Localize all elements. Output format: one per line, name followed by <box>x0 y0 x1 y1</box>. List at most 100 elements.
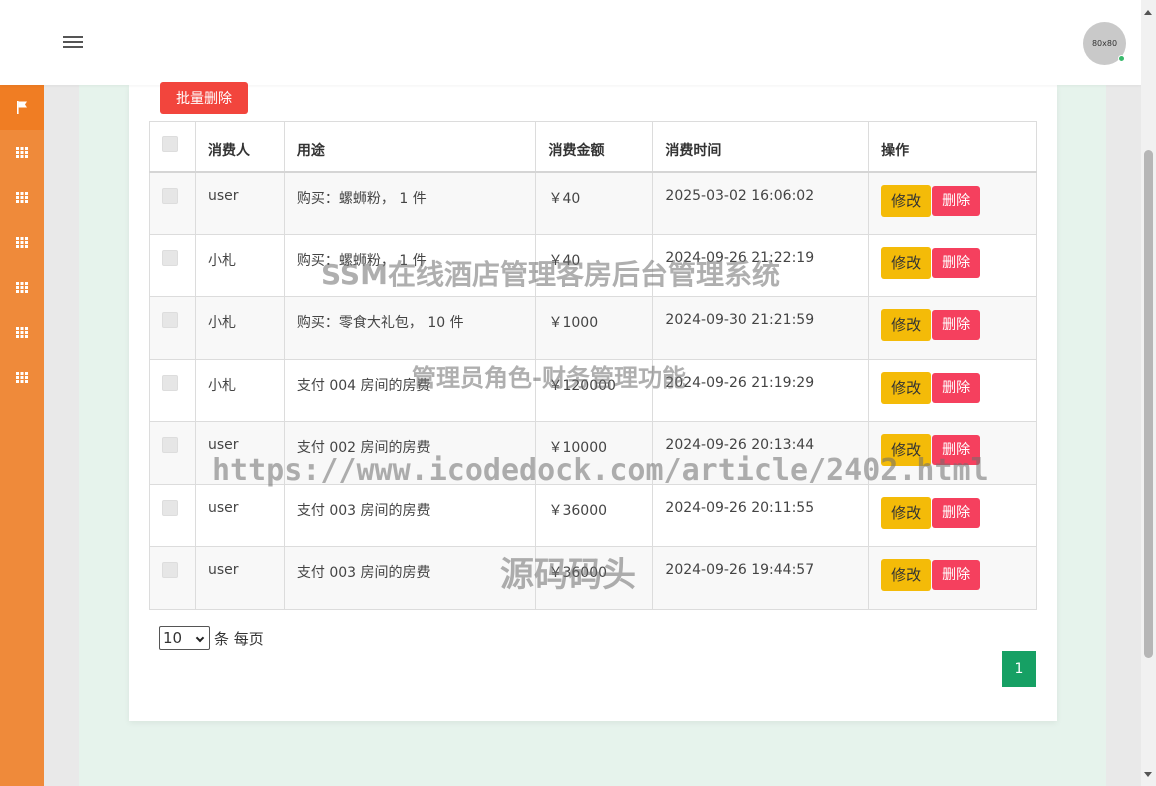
row-checkbox[interactable] <box>162 562 178 578</box>
edit-button[interactable]: 修改 <box>881 246 932 279</box>
delete-button[interactable]: 删除 <box>932 185 981 216</box>
header-time: 消费时间 <box>652 121 870 173</box>
top-bar: 80x80 <box>0 0 1141 85</box>
cell-payer: user <box>194 171 285 235</box>
grid-icon <box>16 327 28 338</box>
select-all-checkbox[interactable] <box>162 136 178 152</box>
cell-time: 2024-09-26 20:13:44 <box>652 421 870 485</box>
row-checkbox[interactable] <box>162 437 178 453</box>
cell-purpose: 购买：螺蛳粉， 1 件 <box>283 233 537 297</box>
row-checkbox[interactable] <box>162 499 178 516</box>
avatar[interactable]: 80x80 <box>1083 22 1126 65</box>
edit-button[interactable]: 修改 <box>881 434 932 466</box>
delete-button[interactable]: 删除 <box>932 497 981 528</box>
table-row: 小札 购买：零食大礼包， 10 件 ￥1000 2024-09-30 21:21… <box>149 296 1037 360</box>
table-row: user 购买：螺蛳粉， 1 件 ￥40 2025-03-02 16:06:02… <box>149 171 1037 235</box>
page-size-select[interactable]: 10 <box>159 626 210 650</box>
cell-purpose: 购买：零食大礼包， 10 件 <box>283 296 537 360</box>
table-header-row: 消费人 用途 消费金额 消费时间 操作 <box>149 121 1037 173</box>
scroll-up-icon[interactable] <box>1144 10 1152 15</box>
cell-purpose: 支付 003 房间的房费 <box>283 546 537 610</box>
expense-table: 消费人 用途 消费金额 消费时间 操作 user 购买：螺蛳粉， 1 件 ￥40… <box>149 121 1037 610</box>
sidebar-item-4[interactable] <box>0 265 44 310</box>
row-checkbox[interactable] <box>162 187 178 204</box>
cell-payer: user <box>194 546 285 610</box>
edit-button[interactable]: 修改 <box>881 559 932 591</box>
cell-actions: 修改 删除 <box>868 171 1037 235</box>
cell-time: 2024-09-26 19:44:57 <box>652 546 870 610</box>
page-size-label: 条 每页 <box>214 629 264 648</box>
cell-actions: 修改 删除 <box>868 296 1037 360</box>
sidebar-item-6[interactable] <box>0 355 44 400</box>
cell-payer: 小札 <box>194 233 285 297</box>
cell-time: 2024-09-26 20:11:55 <box>652 483 870 547</box>
edit-button[interactable]: 修改 <box>881 496 932 529</box>
delete-button[interactable]: 删除 <box>932 310 981 340</box>
sidebar-item-1[interactable] <box>0 130 44 175</box>
grid-icon <box>16 282 28 293</box>
header-actions: 操作 <box>868 121 1037 173</box>
cell-amount: ￥36000 <box>535 483 654 547</box>
page-size-control: 10 条 每页 <box>159 626 264 650</box>
cell-time: 2024-09-26 21:22:19 <box>652 233 870 297</box>
delete-button[interactable]: 删除 <box>932 560 981 590</box>
cell-time: 2024-09-26 21:19:29 <box>652 358 870 422</box>
cell-payer: 小札 <box>194 358 285 422</box>
menu-toggle-icon[interactable] <box>63 36 83 50</box>
batch-delete-button[interactable]: 批量删除 <box>160 82 248 114</box>
page-scrollbar[interactable] <box>1141 0 1156 786</box>
row-checkbox[interactable] <box>162 249 178 266</box>
edit-button[interactable]: 修改 <box>881 309 932 341</box>
header-purpose: 用途 <box>283 121 537 173</box>
edit-button[interactable]: 修改 <box>881 371 932 404</box>
cell-time: 2025-03-02 16:06:02 <box>652 171 870 235</box>
grid-icon <box>16 237 28 248</box>
scroll-down-icon[interactable] <box>1144 772 1152 777</box>
cell-payer: 小札 <box>194 296 285 360</box>
sidebar-item-2[interactable] <box>0 175 44 220</box>
table-row: user 支付 002 房间的房费 ￥10000 2024-09-26 20:1… <box>149 421 1037 485</box>
sidebar-item-5[interactable] <box>0 310 44 355</box>
delete-button[interactable]: 删除 <box>932 372 981 403</box>
table-row: user 支付 003 房间的房费 ￥36000 2024-09-26 20:1… <box>149 483 1037 547</box>
row-checkbox[interactable] <box>162 374 178 391</box>
cell-amount: ￥36000 <box>535 546 654 610</box>
table-row: 小札 购买：螺蛳粉， 1 件 ￥40 2024-09-26 21:22:19 修… <box>149 233 1037 297</box>
header-payer: 消费人 <box>194 121 285 173</box>
cell-purpose: 购买：螺蛳粉， 1 件 <box>283 171 537 235</box>
sidebar <box>0 85 44 786</box>
cell-actions: 修改 删除 <box>868 233 1037 297</box>
cell-amount: ￥40 <box>535 233 654 297</box>
cell-time: 2024-09-30 21:21:59 <box>652 296 870 360</box>
table-row: user 支付 003 房间的房费 ￥36000 2024-09-26 19:4… <box>149 546 1037 610</box>
cell-actions: 修改 删除 <box>868 546 1037 610</box>
select-all-cell <box>149 121 196 173</box>
grid-icon <box>16 147 28 158</box>
page-size-value: 10 <box>163 629 183 647</box>
flag-icon <box>16 101 28 114</box>
cell-amount: ￥10000 <box>535 421 654 485</box>
page-button-current[interactable]: 1 <box>1002 651 1036 687</box>
grid-icon <box>16 192 28 203</box>
edit-button[interactable]: 修改 <box>881 184 932 217</box>
sidebar-item-home[interactable] <box>0 85 44 130</box>
header-amount: 消费金额 <box>535 121 654 173</box>
cell-actions: 修改 删除 <box>868 483 1037 547</box>
sidebar-item-3[interactable] <box>0 220 44 265</box>
delete-button[interactable]: 删除 <box>932 435 981 465</box>
cell-purpose: 支付 004 房间的房费 <box>283 358 537 422</box>
cell-amount: ￥40 <box>535 171 654 235</box>
cell-actions: 修改 删除 <box>868 421 1037 485</box>
cell-amount: ￥1000 <box>535 296 654 360</box>
cell-purpose: 支付 002 房间的房费 <box>283 421 537 485</box>
avatar-placeholder-text: 80x80 <box>1091 39 1118 48</box>
cell-actions: 修改 删除 <box>868 358 1037 422</box>
table-row: 小札 支付 004 房间的房费 ￥120000 2024-09-26 21:19… <box>149 358 1037 422</box>
delete-button[interactable]: 删除 <box>932 247 981 278</box>
row-checkbox[interactable] <box>162 312 178 328</box>
scrollbar-thumb[interactable] <box>1144 150 1153 658</box>
cell-purpose: 支付 003 房间的房费 <box>283 483 537 547</box>
cell-amount: ￥120000 <box>535 358 654 422</box>
online-status-dot <box>1118 55 1125 62</box>
chevron-down-icon <box>195 633 205 643</box>
